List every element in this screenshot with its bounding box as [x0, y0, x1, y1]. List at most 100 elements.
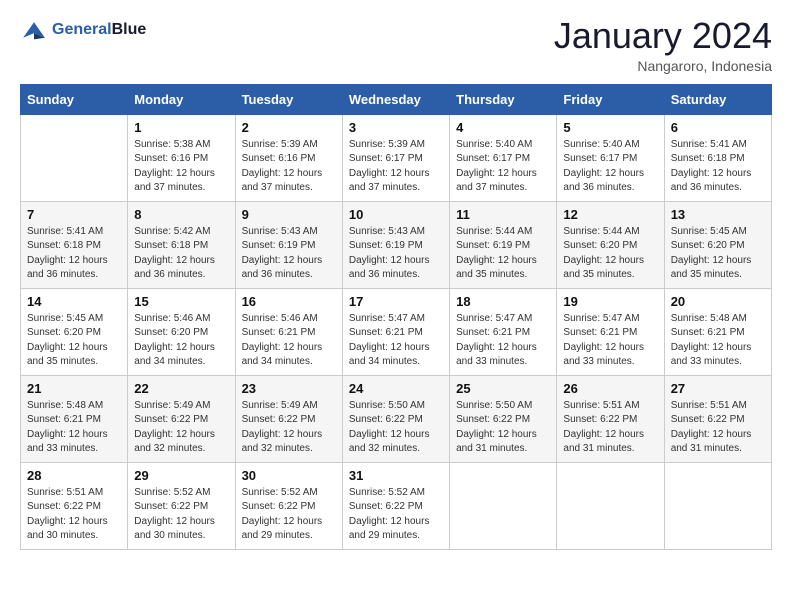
cell-info: Sunrise: 5:51 AMSunset: 6:22 PMDaylight:… — [563, 399, 657, 457]
day-number: 21 — [27, 381, 121, 396]
calendar-cell: 18Sunrise: 5:47 AMSunset: 6:21 PMDayligh… — [450, 288, 557, 375]
calendar-cell: 1 Sunrise: 5:38 AMSunset: 6:16 PMDaylight… — [128, 114, 235, 201]
calendar-cell — [557, 462, 664, 549]
day-number: 23 — [242, 381, 336, 396]
day-number: 14 — [27, 294, 121, 309]
day-number: 5 — [563, 120, 657, 135]
logo: GeneralBlue — [20, 16, 146, 44]
cell-info: Sunrise: 5:47 AMSunset: 6:21 PMDaylight:… — [349, 312, 443, 370]
day-number: 31 — [349, 468, 443, 483]
calendar-cell: 6 Sunrise: 5:41 AMSunset: 6:18 PMDaylight… — [664, 114, 771, 201]
logo-text: GeneralBlue — [52, 21, 146, 39]
cell-info: Sunrise: 5:40 AMSunset: 6:17 PMDaylight:… — [563, 138, 657, 196]
page: GeneralBlue January 2024 Nangaroro, Indo… — [0, 0, 792, 612]
day-number: 28 — [27, 468, 121, 483]
cell-info: Sunrise: 5:40 AMSunset: 6:17 PMDaylight:… — [456, 138, 550, 196]
calendar-cell: 7 Sunrise: 5:41 AMSunset: 6:18 PMDaylight… — [21, 201, 128, 288]
cell-info: Sunrise: 5:44 AMSunset: 6:20 PMDaylight:… — [563, 225, 657, 283]
cell-info: Sunrise: 5:38 AMSunset: 6:16 PMDaylight:… — [134, 138, 228, 196]
weekday-header-wednesday: Wednesday — [342, 84, 449, 114]
day-number: 9 — [242, 207, 336, 222]
cell-info: Sunrise: 5:39 AMSunset: 6:16 PMDaylight:… — [242, 138, 336, 196]
day-number: 16 — [242, 294, 336, 309]
day-number: 10 — [349, 207, 443, 222]
header: GeneralBlue January 2024 Nangaroro, Indo… — [20, 16, 772, 74]
cell-info: Sunrise: 5:49 AMSunset: 6:22 PMDaylight:… — [134, 399, 228, 457]
cell-info: Sunrise: 5:51 AMSunset: 6:22 PMDaylight:… — [671, 399, 765, 457]
calendar-cell: 20 Sunrise: 5:48 AMSunset: 6:21 PMDayligh… — [664, 288, 771, 375]
cell-info: Sunrise: 5:49 AMSunset: 6:22 PMDaylight:… — [242, 399, 336, 457]
day-number: 27 — [671, 381, 765, 396]
day-number: 24 — [349, 381, 443, 396]
cell-info: Sunrise: 5:45 AMSunset: 6:20 PMDaylight:… — [671, 225, 765, 283]
calendar-cell: 11Sunrise: 5:44 AMSunset: 6:19 PMDayligh… — [450, 201, 557, 288]
calendar-table: SundayMondayTuesdayWednesdayThursdayFrid… — [20, 84, 772, 550]
calendar-cell: 15 Sunrise: 5:46 AMSunset: 6:20 PMDayligh… — [128, 288, 235, 375]
day-number: 13 — [671, 207, 765, 222]
weekday-header-saturday: Saturday — [664, 84, 771, 114]
month-title: January 2024 — [554, 16, 772, 56]
day-number: 20 — [671, 294, 765, 309]
day-number: 30 — [242, 468, 336, 483]
calendar-week-row: 21 Sunrise: 5:48 AMSunset: 6:21 PMDayligh… — [21, 375, 772, 462]
calendar-cell: 5 Sunrise: 5:40 AMSunset: 6:17 PMDaylight… — [557, 114, 664, 201]
cell-info: Sunrise: 5:43 AMSunset: 6:19 PMDaylight:… — [349, 225, 443, 283]
cell-info: Sunrise: 5:48 AMSunset: 6:21 PMDaylight:… — [671, 312, 765, 370]
calendar-cell: 28Sunrise: 5:51 AMSunset: 6:22 PMDayligh… — [21, 462, 128, 549]
title-block: January 2024 Nangaroro, Indonesia — [554, 16, 772, 74]
logo-line2: Blue — [112, 21, 147, 38]
calendar-week-row: 28Sunrise: 5:51 AMSunset: 6:22 PMDayligh… — [21, 462, 772, 549]
calendar-cell: 29Sunrise: 5:52 AMSunset: 6:22 PMDayligh… — [128, 462, 235, 549]
calendar-cell: 27 Sunrise: 5:51 AMSunset: 6:22 PMDayligh… — [664, 375, 771, 462]
day-number: 1 — [134, 120, 228, 135]
cell-info: Sunrise: 5:45 AMSunset: 6:20 PMDaylight:… — [27, 312, 121, 370]
day-number: 25 — [456, 381, 550, 396]
cell-info: Sunrise: 5:47 AMSunset: 6:21 PMDaylight:… — [563, 312, 657, 370]
day-number: 6 — [671, 120, 765, 135]
cell-info: Sunrise: 5:42 AMSunset: 6:18 PMDaylight:… — [134, 225, 228, 283]
cell-info: Sunrise: 5:41 AMSunset: 6:18 PMDaylight:… — [27, 225, 121, 283]
day-number: 3 — [349, 120, 443, 135]
day-number: 26 — [563, 381, 657, 396]
calendar-cell: 4 Sunrise: 5:40 AMSunset: 6:17 PMDaylight… — [450, 114, 557, 201]
calendar-cell: 23 Sunrise: 5:49 AMSunset: 6:22 PMDayligh… — [235, 375, 342, 462]
calendar-week-row: 14 Sunrise: 5:45 AMSunset: 6:20 PMDayligh… — [21, 288, 772, 375]
calendar-cell: 21 Sunrise: 5:48 AMSunset: 6:21 PMDayligh… — [21, 375, 128, 462]
cell-info: Sunrise: 5:48 AMSunset: 6:21 PMDaylight:… — [27, 399, 121, 457]
calendar-cell: 14 Sunrise: 5:45 AMSunset: 6:20 PMDayligh… — [21, 288, 128, 375]
weekday-header-friday: Friday — [557, 84, 664, 114]
day-number: 4 — [456, 120, 550, 135]
logo-icon — [20, 16, 48, 44]
day-number: 15 — [134, 294, 228, 309]
calendar-cell: 12 Sunrise: 5:44 AMSunset: 6:20 PMDayligh… — [557, 201, 664, 288]
day-number: 12 — [563, 207, 657, 222]
calendar-cell: 24Sunrise: 5:50 AMSunset: 6:22 PMDayligh… — [342, 375, 449, 462]
weekday-header-sunday: Sunday — [21, 84, 128, 114]
cell-info: Sunrise: 5:52 AMSunset: 6:22 PMDaylight:… — [349, 486, 443, 544]
calendar-week-row: 7 Sunrise: 5:41 AMSunset: 6:18 PMDaylight… — [21, 201, 772, 288]
cell-info: Sunrise: 5:39 AMSunset: 6:17 PMDaylight:… — [349, 138, 443, 196]
calendar-cell: 16 Sunrise: 5:46 AMSunset: 6:21 PMDayligh… — [235, 288, 342, 375]
calendar-week-row: 1 Sunrise: 5:38 AMSunset: 6:16 PMDaylight… — [21, 114, 772, 201]
calendar-cell: 25Sunrise: 5:50 AMSunset: 6:22 PMDayligh… — [450, 375, 557, 462]
day-number: 8 — [134, 207, 228, 222]
calendar-cell: 13 Sunrise: 5:45 AMSunset: 6:20 PMDayligh… — [664, 201, 771, 288]
cell-info: Sunrise: 5:41 AMSunset: 6:18 PMDaylight:… — [671, 138, 765, 196]
weekday-header-monday: Monday — [128, 84, 235, 114]
calendar-cell: 19Sunrise: 5:47 AMSunset: 6:21 PMDayligh… — [557, 288, 664, 375]
day-number: 7 — [27, 207, 121, 222]
calendar-cell: 30Sunrise: 5:52 AMSunset: 6:22 PMDayligh… — [235, 462, 342, 549]
weekday-header-thursday: Thursday — [450, 84, 557, 114]
cell-info: Sunrise: 5:46 AMSunset: 6:20 PMDaylight:… — [134, 312, 228, 370]
cell-info: Sunrise: 5:46 AMSunset: 6:21 PMDaylight:… — [242, 312, 336, 370]
calendar-cell — [664, 462, 771, 549]
calendar-cell: 26 Sunrise: 5:51 AMSunset: 6:22 PMDayligh… — [557, 375, 664, 462]
day-number: 17 — [349, 294, 443, 309]
calendar-cell — [21, 114, 128, 201]
calendar-cell: 31 Sunrise: 5:52 AMSunset: 6:22 PMDayligh… — [342, 462, 449, 549]
day-number: 2 — [242, 120, 336, 135]
day-number: 18 — [456, 294, 550, 309]
calendar-cell: 2 Sunrise: 5:39 AMSunset: 6:16 PMDaylight… — [235, 114, 342, 201]
calendar-cell: 10 Sunrise: 5:43 AMSunset: 6:19 PMDayligh… — [342, 201, 449, 288]
day-number: 11 — [456, 207, 550, 222]
